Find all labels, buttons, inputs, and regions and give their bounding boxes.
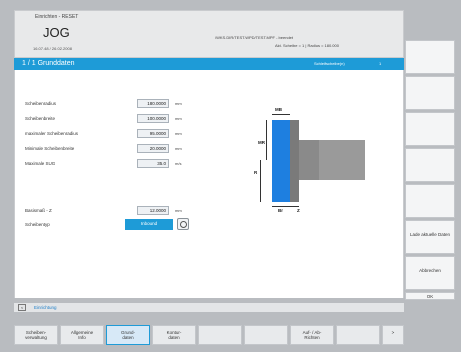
param-unit: mm bbox=[175, 101, 182, 106]
label-mr: MR bbox=[258, 140, 265, 145]
wheel-radius-input[interactable]: 180.0000 bbox=[137, 99, 169, 108]
base-dimension-input[interactable]: 12.0000 bbox=[137, 206, 169, 215]
softkey-h8[interactable] bbox=[336, 325, 380, 345]
softkey-dress[interactable]: Auf- / Ab- Richten bbox=[290, 325, 334, 345]
dimension-line bbox=[272, 206, 299, 207]
max-speed-input[interactable]: 35.0 bbox=[137, 159, 169, 168]
program-status: /WKS.DIR/TEST.WPD/TEST.MPF - beendet bbox=[215, 35, 294, 40]
param-label: Maximale SUG bbox=[25, 161, 56, 166]
label-r: R bbox=[254, 170, 258, 175]
softkey-wheel-management[interactable]: Scheiben- verwaltung bbox=[14, 325, 58, 345]
softkey-h5[interactable] bbox=[198, 325, 242, 345]
param-unit: mm bbox=[175, 131, 182, 136]
param-label: maximaler Scheibenradius bbox=[25, 131, 79, 136]
status-bar: < Einrichtung bbox=[14, 303, 404, 312]
softkey-contour-data[interactable]: Kontur- daten bbox=[152, 325, 196, 345]
param-label: Scheibenbreite bbox=[25, 116, 56, 121]
softkey-basic-data[interactable]: Grund- daten bbox=[106, 325, 150, 345]
load-current-data-button[interactable]: Lade aktuelle Daten bbox=[405, 220, 455, 254]
vertical-softkey-bar: Lade aktuelle Daten Abbrechen OK bbox=[405, 10, 455, 300]
operating-mode: JOG bbox=[43, 25, 70, 40]
cancel-button[interactable]: Abbrechen bbox=[405, 256, 455, 290]
label-mb: MB bbox=[275, 107, 282, 112]
param-unit: m/s bbox=[175, 161, 182, 166]
recall-button[interactable]: < bbox=[18, 304, 26, 311]
softkey-v3[interactable] bbox=[405, 112, 455, 146]
wheel-flange-shape bbox=[290, 120, 299, 202]
param-label: Scheibenradius bbox=[25, 101, 57, 106]
dimension-line bbox=[272, 114, 290, 115]
param-unit: mm bbox=[175, 146, 182, 151]
wheel-type-toggle[interactable] bbox=[177, 218, 189, 230]
title-bar: 1 / 1 Grunddaten Schleifscheibe(n) 1 bbox=[14, 58, 404, 70]
param-label: Scheibentyp bbox=[25, 222, 50, 227]
param-unit: mm bbox=[175, 208, 182, 213]
circle-icon bbox=[179, 221, 187, 228]
page-title: 1 / 1 Grunddaten bbox=[22, 60, 75, 67]
spindle-flange-shape bbox=[299, 140, 319, 180]
max-wheel-radius-input[interactable]: 95.0000 bbox=[137, 129, 169, 138]
softkey-next[interactable]: > bbox=[382, 325, 404, 345]
ok-button[interactable]: OK bbox=[405, 292, 455, 300]
header-panel: Einrichten - RESET JOG 16.07.48 / 26.02.… bbox=[14, 10, 404, 58]
param-unit: mm bbox=[175, 116, 182, 121]
date-time: 16.07.48 / 26.02.2008 bbox=[33, 46, 72, 51]
min-wheel-width-input[interactable]: 20.0000 bbox=[137, 144, 169, 153]
softkey-v1[interactable] bbox=[405, 40, 455, 74]
param-label: Minimale Scheibenbreite bbox=[25, 146, 75, 151]
title-status: Schleifscheibe(n) bbox=[314, 61, 345, 66]
status-text: Einrichtung bbox=[34, 305, 57, 310]
wheel-width-input[interactable]: 100.0000 bbox=[137, 114, 169, 123]
grinding-wheel-shape bbox=[272, 120, 290, 202]
wheel-info: Akt. Scheibe = 1 | Radius = 180.000 bbox=[275, 43, 339, 48]
label-br: Br bbox=[278, 208, 284, 213]
param-label: Basismaß - Z bbox=[25, 208, 52, 213]
softkey-v2[interactable] bbox=[405, 76, 455, 110]
label-z: Z bbox=[297, 208, 300, 213]
wheel-diagram: MB MR R Br Z bbox=[240, 100, 370, 220]
dimension-line bbox=[260, 160, 261, 202]
main-panel: Scheibenradius 180.0000 mm Scheibenbreit… bbox=[14, 70, 404, 298]
dimension-line bbox=[266, 120, 267, 160]
softkey-general-info[interactable]: Allgemeine Info bbox=[60, 325, 104, 345]
wheel-type-select[interactable]: Inbound bbox=[125, 219, 173, 230]
title-status-count: 1 bbox=[379, 61, 382, 66]
softkey-v5[interactable] bbox=[405, 184, 455, 218]
operating-mode-status: Einrichten - RESET bbox=[35, 14, 79, 20]
softkey-v4[interactable] bbox=[405, 148, 455, 182]
softkey-h6[interactable] bbox=[244, 325, 288, 345]
